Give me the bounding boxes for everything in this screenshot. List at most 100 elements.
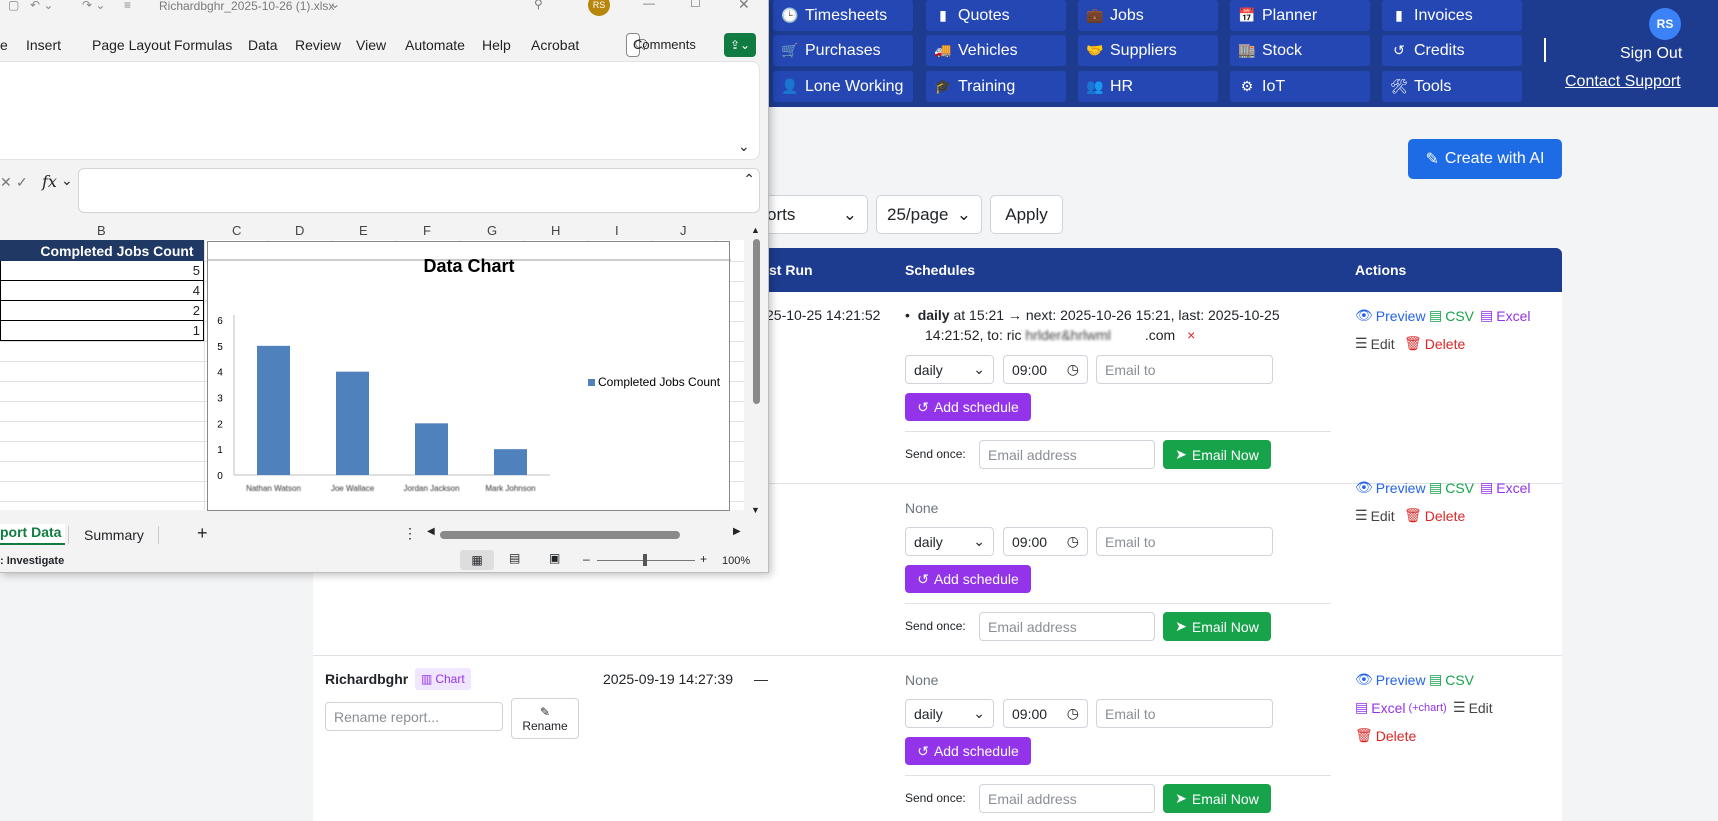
- tab-view[interactable]: View: [356, 37, 386, 53]
- csv-link[interactable]: ▤ CSV: [1429, 671, 1474, 688]
- data-cell[interactable]: 1: [0, 321, 204, 341]
- undo-icon[interactable]: ↶ ⌄: [30, 0, 53, 12]
- nav-credits-button[interactable]: ↺ Credits: [1382, 35, 1522, 66]
- rename-button[interactable]: ✎ Rename: [511, 698, 579, 739]
- email-address-input[interactable]: Email address: [979, 440, 1155, 469]
- redo-icon[interactable]: ↷ ⌄: [82, 0, 105, 12]
- share-button[interactable]: ⇪⌄: [724, 33, 756, 57]
- user-avatar[interactable]: RS: [588, 0, 610, 16]
- embedded-chart[interactable]: Data Chart 0 1 2 3 4 5 6 Nathan Watson Joe Wallac…: [207, 241, 731, 511]
- preview-link[interactable]: 👁 Preview: [1355, 307, 1426, 324]
- nav-jobs-button[interactable]: 💼 Jobs: [1078, 0, 1218, 31]
- chevron-down-icon[interactable]: ⌄: [330, 0, 340, 11]
- zoom-out-icon[interactable]: –: [583, 552, 590, 566]
- sign-out-link[interactable]: Sign Out: [1620, 45, 1682, 63]
- tab-page-layout[interactable]: Page Layout: [92, 37, 171, 53]
- delete-link[interactable]: 🗑 Delete: [1355, 727, 1416, 744]
- apply-button[interactable]: Apply: [990, 195, 1063, 234]
- email-to-input[interactable]: Email to: [1096, 355, 1273, 384]
- email-now-button[interactable]: ➤ Email Now: [1163, 784, 1271, 813]
- maximize-icon[interactable]: ☐: [690, 0, 701, 10]
- check-icon[interactable]: ✓: [16, 174, 28, 191]
- horizontal-scroll-thumb[interactable]: [440, 531, 680, 539]
- email-to-input[interactable]: Email to: [1096, 527, 1273, 556]
- csv-link[interactable]: ▤ CSV: [1429, 479, 1474, 496]
- add-schedule-button[interactable]: ↺ Add schedule: [905, 393, 1031, 421]
- email-address-input[interactable]: Email address: [979, 784, 1155, 813]
- tab-automate[interactable]: Automate: [405, 37, 465, 53]
- edit-link[interactable]: ☰ Edit: [1355, 507, 1395, 524]
- edit-link[interactable]: ☰ Edit: [1453, 699, 1493, 716]
- sheet-tab-summary[interactable]: Summary: [84, 527, 144, 543]
- page-layout-view-icon[interactable]: ▤: [509, 551, 520, 565]
- col-header[interactable]: I: [615, 223, 619, 238]
- sheet-tab-report-data[interactable]: port Data: [0, 524, 66, 545]
- formula-input[interactable]: ⌃: [78, 168, 760, 213]
- delete-link[interactable]: 🗑 Delete: [1404, 335, 1465, 352]
- vertical-scrollbar[interactable]: ▲ ▼: [751, 225, 761, 517]
- nav-planner-button[interactable]: 📅 Planner: [1230, 0, 1370, 31]
- cancel-icon[interactable]: ✕: [0, 174, 12, 191]
- minimize-icon[interactable]: —: [643, 0, 655, 10]
- nav-vehicles-button[interactable]: 🚚 Vehicles: [926, 35, 1066, 66]
- remove-schedule-button[interactable]: ×: [1179, 327, 1195, 343]
- customize-toolbar-icon[interactable]: ≡: [124, 0, 131, 12]
- scroll-down-icon[interactable]: ▼: [751, 505, 760, 515]
- nav-hr-button[interactable]: 👥 HR: [1078, 71, 1218, 102]
- col-header[interactable]: F: [423, 223, 431, 238]
- time-input[interactable]: 09:00 ◷: [1003, 699, 1088, 728]
- tab-help[interactable]: Help: [482, 37, 511, 53]
- col-header[interactable]: G: [487, 223, 497, 238]
- tab-insert[interactable]: Insert: [26, 37, 61, 53]
- data-cell[interactable]: 2: [0, 301, 204, 321]
- nav-suppliers-button[interactable]: 🤝 Suppliers: [1078, 35, 1218, 66]
- nav-training-button[interactable]: 🎓 Training: [926, 71, 1066, 102]
- report-filter-select[interactable]: orts ⌄: [756, 195, 868, 234]
- time-input[interactable]: 09:00 ◷: [1003, 355, 1088, 384]
- time-input[interactable]: 09:00 ◷: [1003, 527, 1088, 556]
- email-address-input[interactable]: Email address: [979, 612, 1155, 641]
- contact-support-link[interactable]: Contact Support: [1565, 73, 1681, 91]
- data-cell[interactable]: 5: [0, 261, 204, 281]
- data-cell[interactable]: 4: [0, 281, 204, 301]
- rename-report-input[interactable]: Rename report...: [325, 702, 503, 731]
- tab-acrobat[interactable]: Acrobat: [531, 37, 579, 53]
- zoom-slider-thumb[interactable]: [643, 554, 647, 566]
- user-avatar[interactable]: RS: [1649, 8, 1681, 40]
- chevron-up-icon[interactable]: ⌃: [743, 171, 755, 188]
- search-icon[interactable]: ⚲: [534, 0, 543, 11]
- nav-purchases-button[interactable]: 🛒 Purchases: [773, 35, 913, 66]
- nav-stock-button[interactable]: 🏬 Stock: [1230, 35, 1370, 66]
- scroll-left-icon[interactable]: ◀: [427, 526, 435, 537]
- col-header[interactable]: E: [359, 223, 368, 238]
- tab-review[interactable]: Review: [295, 37, 341, 53]
- nav-tools-button[interactable]: 🛠 Tools: [1382, 71, 1522, 102]
- add-schedule-button[interactable]: ↺ Add schedule: [905, 737, 1031, 765]
- create-with-ai-button[interactable]: ✎ Create with AI: [1408, 139, 1562, 179]
- scroll-up-icon[interactable]: ▲: [751, 225, 760, 235]
- preview-link[interactable]: 👁 Preview: [1355, 671, 1426, 688]
- comments-button[interactable]: 🗨 Comments: [626, 33, 696, 57]
- col-header[interactable]: C: [232, 223, 241, 238]
- email-to-input[interactable]: Email to: [1096, 699, 1273, 728]
- save-icon[interactable]: ▢: [8, 0, 19, 12]
- tab-formulas[interactable]: Formulas: [174, 37, 232, 53]
- chevron-down-icon[interactable]: ⌄: [738, 138, 750, 155]
- excel-link[interactable]: ▤ Excel: [1480, 479, 1530, 496]
- add-sheet-button[interactable]: +: [197, 523, 208, 544]
- nav-invoices-button[interactable]: ▮ Invoices: [1382, 0, 1522, 31]
- close-icon[interactable]: ✕: [738, 0, 750, 13]
- col-header[interactable]: D: [295, 223, 304, 238]
- excel-link[interactable]: ▤ Excel: [1480, 307, 1530, 324]
- frequency-select[interactable]: daily ⌄: [905, 355, 994, 384]
- nav-quotes-button[interactable]: ▮ Quotes: [926, 0, 1066, 31]
- nav-lone-working-button[interactable]: 👤 Lone Working: [773, 71, 913, 102]
- scroll-thumb[interactable]: [753, 239, 760, 404]
- frequency-select[interactable]: daily ⌄: [905, 699, 994, 728]
- nav-iot-button[interactable]: ⚙ IoT: [1230, 71, 1370, 102]
- excel-chart-link[interactable]: ▤ Excel (+chart): [1355, 699, 1447, 716]
- col-header[interactable]: J: [680, 223, 687, 238]
- add-schedule-button[interactable]: ↺ Add schedule: [905, 565, 1031, 593]
- frequency-select[interactable]: daily ⌄: [905, 527, 994, 556]
- email-now-button[interactable]: ➤ Email Now: [1163, 440, 1271, 469]
